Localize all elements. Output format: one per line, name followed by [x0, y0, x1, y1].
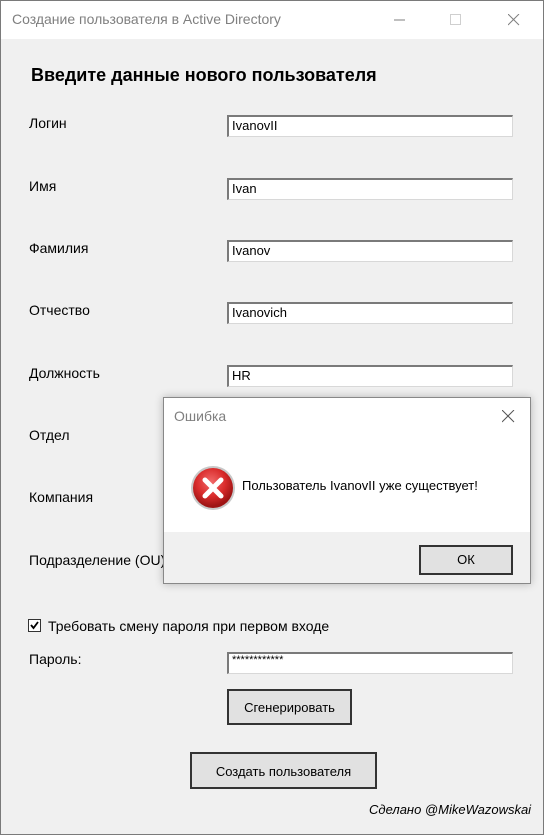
first-name-input[interactable]: Ivan	[227, 178, 513, 200]
maximize-icon	[450, 14, 461, 25]
company-label: Компания	[29, 489, 94, 505]
close-icon	[502, 410, 515, 423]
close-button[interactable]	[491, 1, 537, 39]
first-name-label: Имя	[29, 178, 57, 194]
require-password-change-checkbox[interactable]	[28, 619, 41, 632]
title-bar: Создание пользователя в Active Directory	[1, 1, 543, 39]
main-window: Создание пользователя в Active Directory…	[0, 0, 544, 835]
window-title: Создание пользователя в Active Directory	[12, 11, 281, 27]
password-input[interactable]: ************	[227, 652, 513, 674]
ou-label: Подразделение (OU)	[29, 552, 166, 568]
last-name-input[interactable]: Ivanov	[227, 240, 513, 262]
dialog-title-bar: Ошибка	[164, 398, 530, 434]
close-icon	[508, 14, 520, 26]
create-user-button[interactable]: Создать пользователя	[190, 752, 377, 789]
checkmark-icon	[30, 621, 39, 630]
password-label: Пароль:	[29, 651, 82, 667]
login-input[interactable]: IvanovII	[227, 115, 513, 137]
middle-name-label: Отчество	[29, 302, 90, 318]
generate-password-button[interactable]: Сгенерировать	[227, 689, 352, 725]
login-label: Логин	[29, 115, 67, 131]
dialog-title: Ошибка	[174, 408, 227, 424]
dialog-body: Пользователь IvanovII уже существует!	[164, 434, 530, 532]
form-heading: Введите данные нового пользователя	[31, 65, 377, 85]
credit-text: Сделано @MikeWazowskai	[369, 802, 532, 817]
require-password-change-label: Требовать смену пароля при первом входе	[48, 618, 330, 634]
maximize-button[interactable]	[433, 1, 479, 39]
position-label: Должность	[29, 365, 100, 381]
dialog-close-button[interactable]	[494, 402, 524, 432]
error-message: Пользователь IvanovII уже существует!	[242, 478, 478, 493]
error-icon	[191, 466, 235, 510]
minimize-icon	[394, 19, 405, 21]
last-name-label: Фамилия	[29, 240, 89, 256]
position-input[interactable]: HR	[227, 365, 513, 387]
middle-name-input[interactable]: Ivanovich	[227, 302, 513, 324]
error-dialog: Ошибка Пользователь IvanovII уже существ…	[163, 397, 531, 584]
ok-button[interactable]: ОК	[419, 545, 513, 575]
minimize-button[interactable]	[377, 1, 423, 39]
department-label: Отдел	[29, 427, 70, 443]
